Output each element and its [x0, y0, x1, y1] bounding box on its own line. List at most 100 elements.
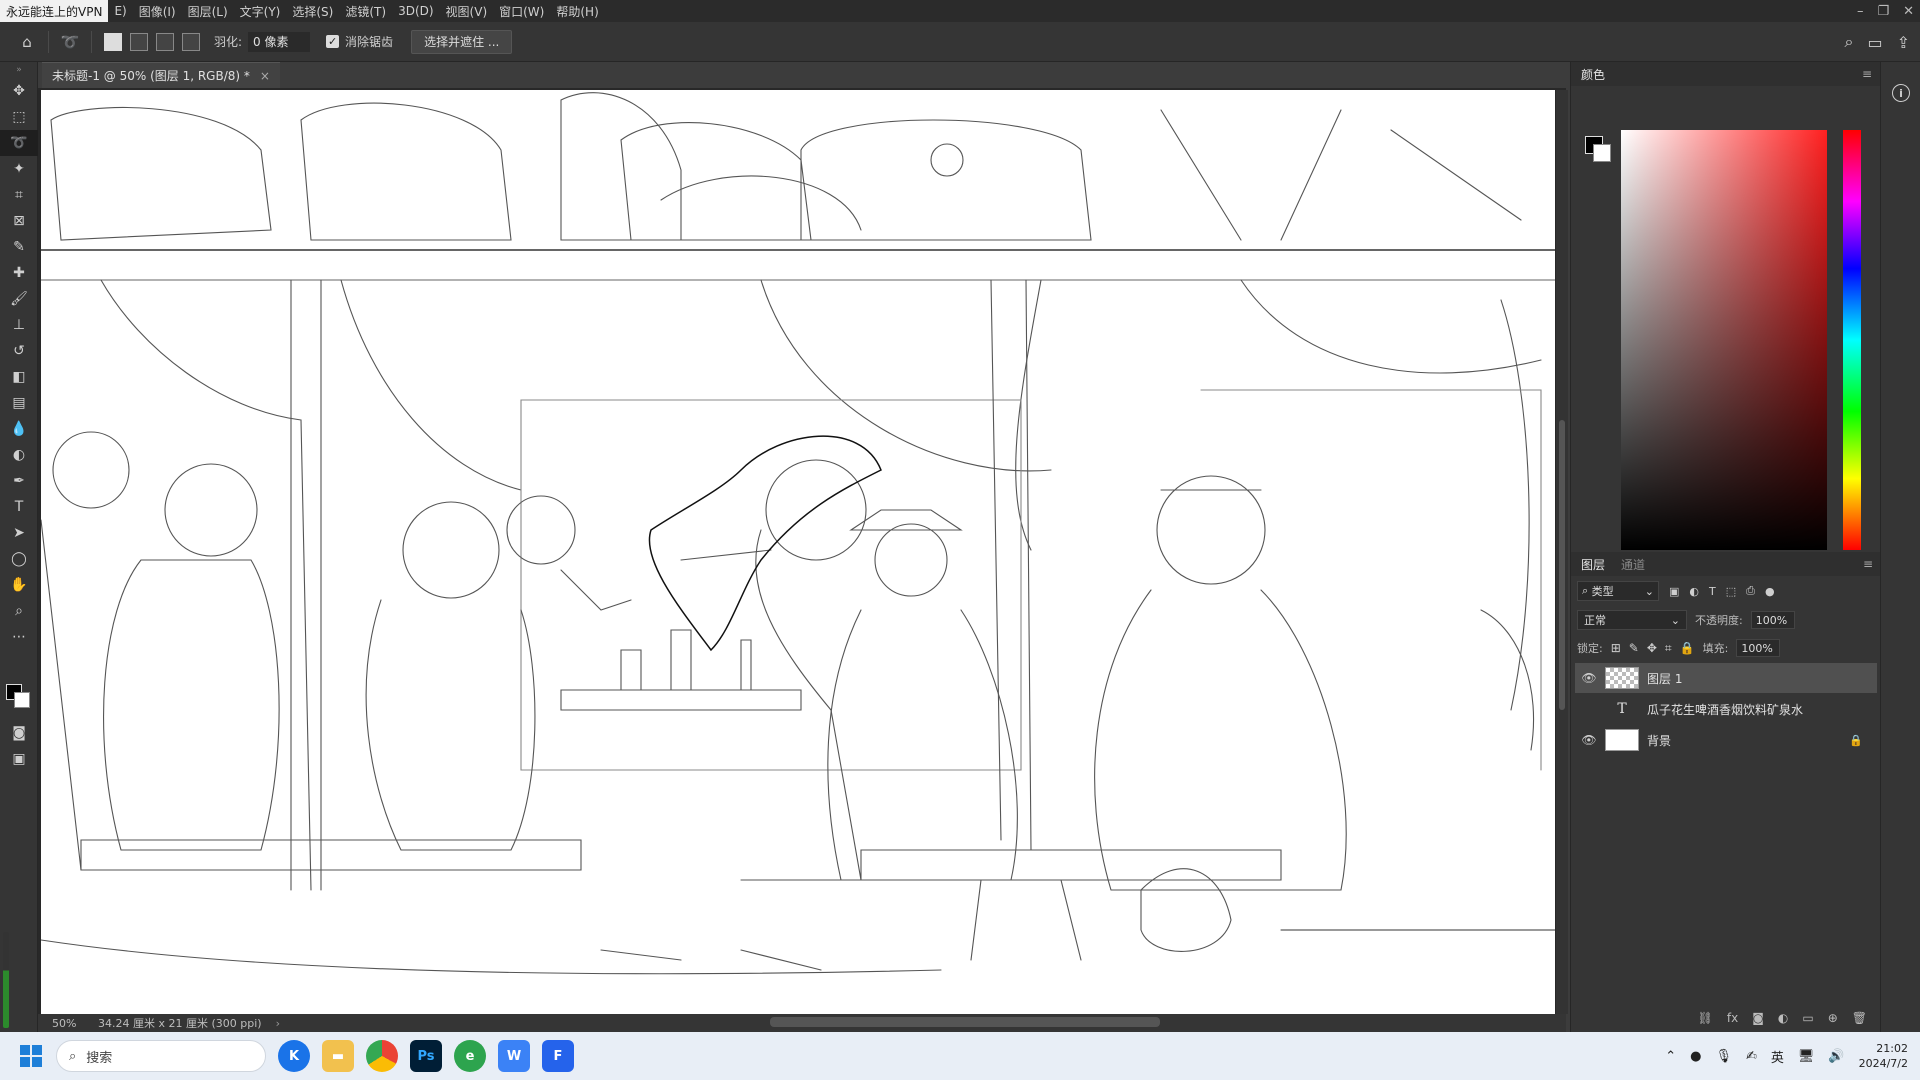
taskbar-app-f-icon[interactable]: F [542, 1040, 574, 1072]
lock-artboard-icon[interactable]: ⌗ [1665, 641, 1672, 656]
microphone-icon[interactable]: 🎙 [1715, 1049, 1732, 1064]
color-panel-background-swatch[interactable] [1593, 144, 1611, 162]
menu-view[interactable]: 视图(V) [440, 0, 494, 22]
screen-mode-icon[interactable]: ▣ [0, 746, 38, 772]
layer-row[interactable]: 👁 图层 1 [1575, 663, 1877, 693]
eraser-icon[interactable]: ◧ [0, 364, 38, 390]
document-tab[interactable]: 未标题-1 @ 50% (图层 1, RGB/8) * × [42, 62, 280, 88]
new-layer-icon[interactable]: ⊕ [1828, 1011, 1838, 1025]
intersect-selection-button[interactable] [182, 32, 200, 51]
eye-icon[interactable]: 👁 [1581, 733, 1597, 747]
filter-adjustment-icon[interactable]: ◐ [1689, 585, 1699, 598]
blend-mode-select[interactable]: 正常 ⌄ [1577, 610, 1687, 630]
filter-pixel-icon[interactable]: ▣ [1669, 585, 1679, 598]
healing-brush-icon[interactable]: ✚ [0, 260, 38, 286]
close-tab-icon[interactable]: × [260, 69, 270, 83]
magic-wand-icon[interactable]: ✦ [0, 156, 38, 182]
antialias-checkbox[interactable]: ✓ [326, 35, 340, 48]
horizontal-scroll-thumb[interactable] [770, 1017, 1160, 1027]
tab-channels[interactable]: 通道 [1621, 556, 1645, 573]
hand-tool-icon[interactable]: ✋ [0, 572, 38, 598]
blur-tool-icon[interactable]: 💧 [0, 416, 38, 442]
network-icon[interactable]: 🖥 [1798, 1049, 1815, 1064]
menu-layer[interactable]: 图层(L) [182, 0, 234, 22]
volume-icon[interactable]: 🔊 [1828, 1049, 1844, 1064]
quick-mask-icon[interactable]: ◙ [0, 720, 38, 746]
chevron-up-icon[interactable]: ⌃ [1665, 1049, 1676, 1064]
move-tool-icon[interactable]: ✥ [0, 78, 38, 104]
share-icon[interactable]: ⇪ [1897, 33, 1910, 52]
menu-image[interactable]: 图像(I) [133, 0, 182, 22]
pen-icon[interactable]: ✍ [1746, 1049, 1757, 1064]
lock-transparent-icon[interactable]: ⊞ [1611, 641, 1621, 655]
taskbar-app-k-icon[interactable]: K [278, 1040, 310, 1072]
ime-indicator[interactable]: 英 [1771, 1047, 1784, 1066]
toolbar-collapse-icon[interactable]: » [0, 62, 38, 78]
new-group-icon[interactable]: ▭ [1802, 1011, 1813, 1025]
frame-tool-icon[interactable]: ⊠ [0, 208, 38, 234]
delete-layer-icon[interactable]: 🗑 [1852, 1011, 1867, 1025]
workspace-icon[interactable]: ▭ [1867, 33, 1882, 52]
add-to-selection-button[interactable] [130, 32, 148, 51]
close-window-icon[interactable]: ✕ [1903, 4, 1914, 19]
more-tools-icon[interactable]: ⋯ [0, 624, 38, 650]
file-explorer-icon[interactable]: ▬ [322, 1040, 354, 1072]
marquee-tool-icon[interactable]: ⬚ [0, 104, 38, 130]
pen-tool-icon[interactable]: ✒ [0, 468, 38, 494]
filter-shape-icon[interactable]: ⬚ [1726, 585, 1736, 598]
tray-app-icon[interactable]: ● [1690, 1049, 1701, 1064]
taskbar-app-w-icon[interactable]: W [498, 1040, 530, 1072]
filter-toggle-icon[interactable]: ● [1765, 585, 1775, 598]
zoom-readout[interactable]: 50% [38, 1017, 88, 1030]
background-swatch[interactable] [14, 692, 30, 708]
history-brush-icon[interactable]: ↺ [0, 338, 38, 364]
layer-row[interactable]: T 瓜子花生啤酒香烟饮料矿泉水 [1575, 694, 1877, 724]
menu-filter[interactable]: 滤镜(T) [339, 0, 392, 22]
info-icon[interactable]: i [1892, 84, 1910, 102]
layers-panel-menu-icon[interactable]: ≡ [1863, 557, 1873, 571]
adjustment-layer-icon[interactable]: ◐ [1778, 1011, 1788, 1025]
brush-tool-icon[interactable]: 🖌 [0, 286, 38, 312]
lock-all-icon[interactable]: 🔒 [1680, 641, 1695, 655]
crop-tool-icon[interactable]: ⌗ [0, 182, 38, 208]
lasso-tool-preset-icon[interactable]: ➰ [57, 29, 83, 55]
layer-row[interactable]: 👁 背景 🔒 [1575, 725, 1877, 755]
menu-type[interactable]: 文字(Y) [234, 0, 287, 22]
color-panel-menu-icon[interactable]: ≡ [1862, 67, 1872, 81]
subtract-from-selection-button[interactable] [156, 32, 174, 51]
tab-layers[interactable]: 图层 [1581, 556, 1605, 573]
home-icon[interactable]: ⌂ [14, 29, 40, 55]
path-selection-icon[interactable]: ➤ [0, 520, 38, 546]
eye-icon[interactable]: 👁 [1581, 671, 1597, 685]
lasso-tool-icon[interactable]: ➰ [0, 130, 38, 156]
hue-slider[interactable] [1843, 130, 1861, 550]
new-selection-button[interactable] [104, 32, 122, 51]
search-icon[interactable]: ⌕ [1845, 32, 1854, 52]
filter-type-icon[interactable]: T [1709, 585, 1716, 598]
edge-icon[interactable]: e [454, 1040, 486, 1072]
status-expand-icon[interactable]: › [276, 1017, 280, 1030]
gradient-tool-icon[interactable]: ▤ [0, 390, 38, 416]
menu-3d[interactable]: 3D(D) [392, 0, 439, 22]
type-tool-icon[interactable]: T [0, 494, 38, 520]
windows-start-icon[interactable] [20, 1045, 42, 1067]
select-and-mask-button[interactable]: 选择并遮住 ... [411, 29, 513, 54]
lock-image-icon[interactable]: ✎ [1629, 641, 1639, 655]
tab-color[interactable]: 颜色 [1581, 66, 1605, 83]
eyedropper-icon[interactable]: ✎ [0, 234, 38, 260]
taskbar-search[interactable]: ⌕ 搜索 [56, 1040, 266, 1072]
menu-help[interactable]: 帮助(H) [550, 0, 604, 22]
minimize-icon[interactable]: – [1857, 4, 1864, 19]
saturation-value-field[interactable] [1621, 130, 1827, 550]
fx-icon[interactable]: fx [1727, 1011, 1738, 1025]
menu-edit[interactable]: E) [108, 0, 132, 22]
fill-input[interactable]: 100% [1736, 639, 1781, 657]
document-info[interactable]: 34.24 厘米 x 21 厘米 (300 ppi) [98, 1015, 262, 1031]
feather-input[interactable]: 0 像素 [248, 31, 311, 52]
lock-position-icon[interactable]: ✥ [1647, 641, 1657, 655]
vertical-scroll-thumb[interactable] [1559, 420, 1565, 710]
zoom-tool-icon[interactable]: ⌕ [0, 598, 38, 624]
clock[interactable]: 21:02 2024/7/2 [1859, 1041, 1908, 1071]
dodge-tool-icon[interactable]: ◐ [0, 442, 38, 468]
vertical-scrollbar[interactable] [1556, 90, 1568, 1014]
